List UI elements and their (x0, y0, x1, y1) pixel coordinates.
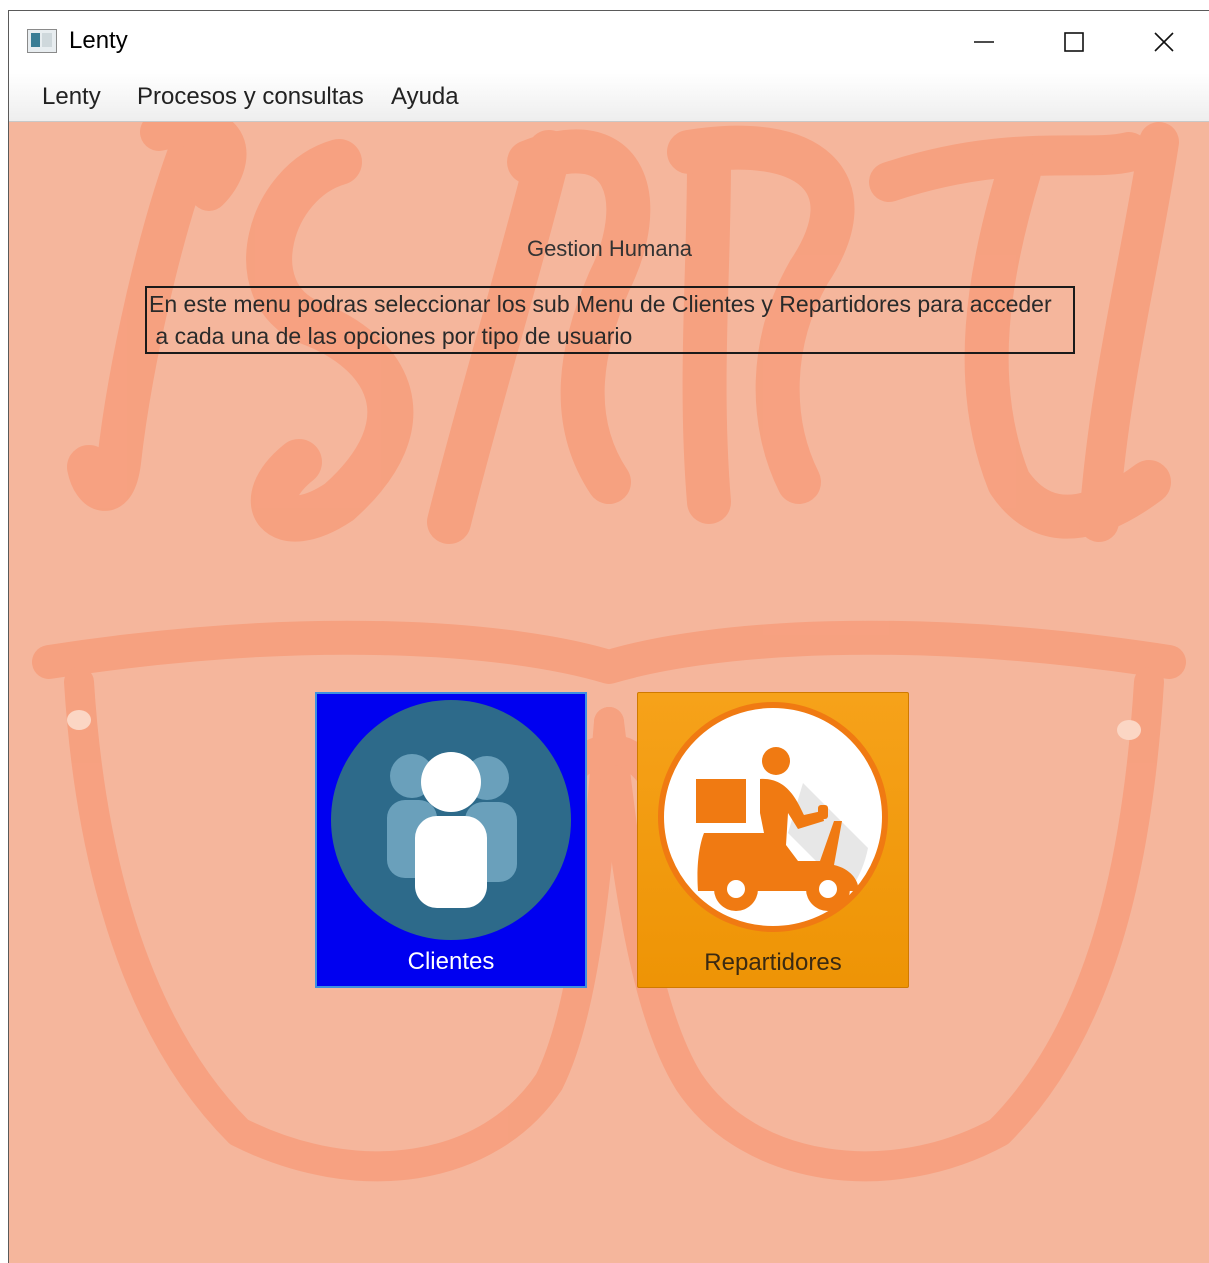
clientes-label: Clientes (407, 948, 495, 975)
clientes-button[interactable]: Clientes (315, 692, 587, 988)
page-heading: Gestion Humana (526, 236, 693, 261)
repartidores-button[interactable]: Repartidores (637, 692, 909, 988)
menu-bar: Lenty Procesos y consultas Ayuda (9, 73, 1209, 122)
minimize-icon (974, 41, 994, 43)
close-button[interactable] (1119, 11, 1209, 73)
menu-lenty[interactable]: Lenty (42, 83, 101, 111)
window-title: Lenty (69, 27, 128, 54)
title-bar[interactable]: Lenty (9, 11, 1209, 73)
main-content: Gestion Humana En este menu podras selec… (9, 122, 1209, 1263)
menu-ayuda[interactable]: Ayuda (391, 83, 459, 111)
repartidores-label: Repartidores (704, 949, 842, 976)
minimize-button[interactable] (939, 11, 1029, 73)
delivery-scooter-icon (658, 702, 888, 932)
menu-procesos-y-consultas[interactable]: Procesos y consultas (137, 83, 364, 111)
close-icon (1154, 32, 1174, 52)
maximize-icon (1064, 32, 1084, 52)
users-icon (331, 700, 571, 940)
app-icon (27, 29, 57, 53)
app-window: Lenty Lenty Procesos y consultas Ayuda G… (8, 10, 1209, 1263)
description-box: En este menu podras seleccionar los sub … (145, 286, 1075, 354)
maximize-button[interactable] (1029, 11, 1119, 73)
